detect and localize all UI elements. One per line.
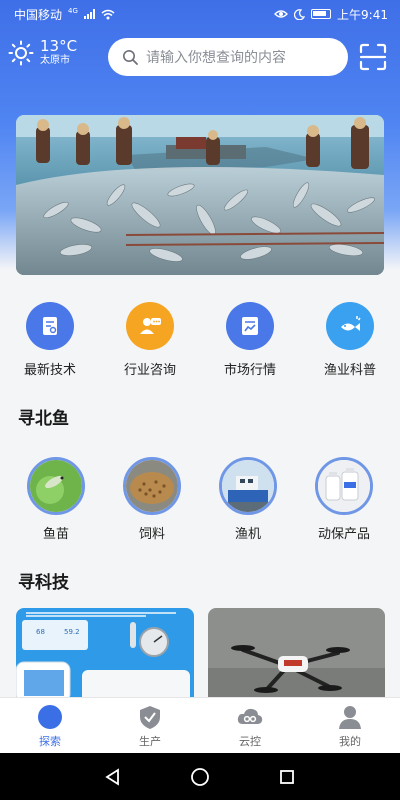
category-market[interactable]: 市场行情 <box>200 302 300 382</box>
shield-check-icon <box>140 706 160 729</box>
tab-production[interactable]: 生产 <box>100 698 200 753</box>
fish-item-label: 鱼苗 <box>42 527 69 542</box>
tab-explore[interactable]: 探索 <box>0 698 100 753</box>
sun-icon <box>8 40 34 66</box>
tab-mine[interactable]: 我的 <box>300 698 400 753</box>
category-label: 市场行情 <box>223 363 276 378</box>
back-icon[interactable] <box>104 767 122 786</box>
fish-bulb-icon <box>326 302 374 350</box>
boat-machine-image <box>219 457 277 515</box>
bottom-tab-bar: 探索 生产 云控 我的 <box>0 697 400 753</box>
battery-icon <box>311 9 332 19</box>
reading-1: 68 <box>36 628 45 636</box>
search-icon <box>123 50 138 65</box>
tab-label: 云控 <box>239 735 261 748</box>
fish-item-feed[interactable]: 饲料 <box>104 457 200 547</box>
category-row: 最新技术 行业咨询 市场行情 渔业科普 <box>0 302 400 382</box>
fish-item-label: 动保产品 <box>317 527 370 542</box>
home-icon[interactable] <box>190 767 210 787</box>
fish-item-fry[interactable]: 鱼苗 <box>8 457 104 547</box>
category-fishery-science[interactable]: 渔业科普 <box>300 302 400 382</box>
fish-item-label: 饲料 <box>138 527 165 542</box>
search-input[interactable]: 请输入你想查询的内容 <box>108 38 348 76</box>
signal-icon <box>83 9 95 19</box>
compass-icon <box>38 705 62 729</box>
recents-icon[interactable] <box>278 768 296 786</box>
category-industry-consult[interactable]: 行业咨询 <box>100 302 200 382</box>
scan-icon[interactable] <box>358 42 388 72</box>
fish-item-animal-health[interactable]: 动保产品 <box>296 457 392 547</box>
reading-2: 59.2 <box>64 628 80 636</box>
fish-item-machine[interactable]: 渔机 <box>200 457 296 547</box>
clock: 上午9:41 <box>337 7 388 22</box>
city-name: 太原市 <box>40 55 70 66</box>
chart-document-icon <box>226 302 274 350</box>
tab-label: 探索 <box>39 735 61 748</box>
fish-product-row: 鱼苗 饲料 渔机 动保产品 <box>0 457 400 547</box>
feed-image <box>123 457 181 515</box>
user-icon <box>339 706 361 729</box>
system-nav-bar <box>0 753 400 800</box>
fish-item-label: 渔机 <box>234 527 261 542</box>
banner-image[interactable] <box>16 115 384 275</box>
search-placeholder: 请输入你想查询的内容 <box>146 50 286 66</box>
eye-icon <box>274 10 288 18</box>
category-label: 行业咨询 <box>123 363 176 378</box>
bottles-image <box>315 457 373 515</box>
category-label: 渔业科普 <box>323 363 376 378</box>
top-bar: 13°C 太原市 请输入你想查询的内容 <box>0 36 400 78</box>
tab-cloud-control[interactable]: 云控 <box>200 698 300 753</box>
drone-image <box>208 608 385 700</box>
section-title-fish: 寻北鱼 <box>18 409 69 429</box>
weather-widget[interactable]: 13°C 太原市 <box>8 38 77 68</box>
status-bar: 中国移动 4G 上午9:41 <box>0 0 400 28</box>
tech-card-drone[interactable] <box>208 608 385 700</box>
document-icon <box>26 302 74 350</box>
tech-card-monitor[interactable]: 68 59.2 <box>16 608 194 700</box>
tab-label: 生产 <box>139 735 161 748</box>
moon-icon <box>294 8 306 20</box>
fishing-photo <box>16 115 384 275</box>
carrier-name: 中国移动 <box>14 7 63 22</box>
tab-label: 我的 <box>339 735 361 748</box>
fry-image <box>27 457 85 515</box>
network-type: 4G <box>68 7 78 15</box>
wifi-icon <box>101 9 115 19</box>
cloud-link-icon <box>237 708 263 724</box>
category-label: 最新技术 <box>23 363 76 378</box>
section-title-tech: 寻科技 <box>18 573 69 593</box>
category-latest-tech[interactable]: 最新技术 <box>0 302 100 382</box>
temperature: 13°C <box>40 37 78 55</box>
consult-person-icon <box>126 302 174 350</box>
monitor-device-image <box>16 608 194 700</box>
